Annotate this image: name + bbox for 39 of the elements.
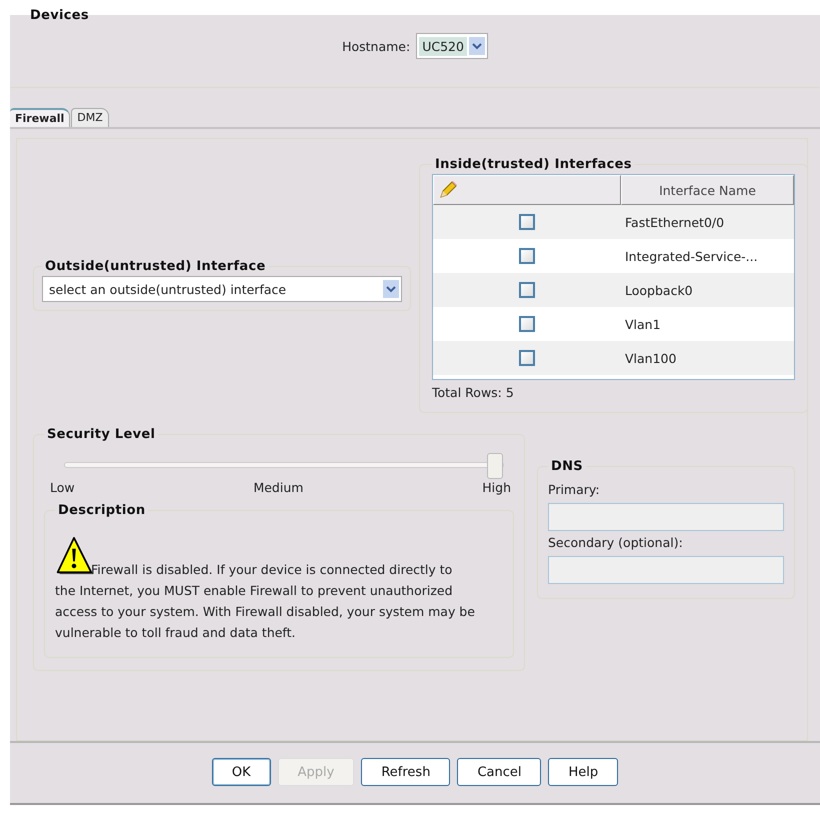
tab[interactable]: Firewall [10, 108, 70, 127]
section-title: Devices [29, 8, 90, 23]
checkbox[interactable] [519, 350, 535, 366]
field-label: Secondary (optional): [548, 535, 684, 550]
interface-dropdown[interactable]: select an outside(untrusted) interface [42, 276, 402, 302]
tab[interactable]: DMZ [71, 108, 109, 127]
table-cell-text: FastEthernet0/0 [624, 214, 724, 230]
slider-label: Medium [253, 480, 304, 495]
dialog-button[interactable]: Refresh [361, 758, 450, 786]
table-cell-text: Vlan1 [624, 316, 661, 332]
section-title: Description [57, 503, 146, 518]
dialog-button[interactable]: Cancel [457, 758, 542, 786]
dialog-button[interactable]: Help [548, 758, 618, 786]
checkbox[interactable] [519, 282, 535, 298]
input-field[interactable] [548, 556, 784, 584]
hostname-label: Hostname: [342, 38, 410, 54]
total-rows-text: Total Rows: 5 [432, 385, 515, 400]
table-cell-text: Loopback0 [624, 282, 693, 298]
hostname-dropdown[interactable]: UC520 [416, 33, 488, 59]
field-label: Primary: [548, 482, 601, 497]
input-field[interactable] [548, 503, 784, 531]
slider-thumb[interactable] [487, 453, 503, 479]
description-text: Firewall is disabled. If your device is connected directly to the Internet, you MUST enable Firewall to prevent unauthorized access to your system. With Firewall disabled, your system may be vulnerable to toll fraud and data theft. [55, 562, 475, 640]
section-title: Outside(untrusted) Interface [44, 259, 267, 274]
checkbox[interactable] [519, 316, 535, 332]
pencil-icon [438, 180, 458, 200]
slider-label: Low [50, 480, 75, 495]
column-header[interactable]: Interface Name [621, 175, 794, 205]
section-title: Security Level [46, 427, 156, 442]
checkbox[interactable] [519, 248, 535, 264]
section-title: Inside(trusted) Interfaces [434, 157, 633, 172]
slider-label: High [482, 480, 511, 495]
table-cell-text: Integrated-Service-... [624, 248, 758, 264]
dialog-button[interactable]: OK [212, 758, 271, 786]
section-title: DNS [550, 459, 584, 474]
checkbox[interactable] [519, 214, 535, 230]
table-cell-text: Vlan100 [624, 350, 676, 366]
column-header[interactable] [433, 175, 621, 205]
warning-icon [55, 536, 93, 576]
